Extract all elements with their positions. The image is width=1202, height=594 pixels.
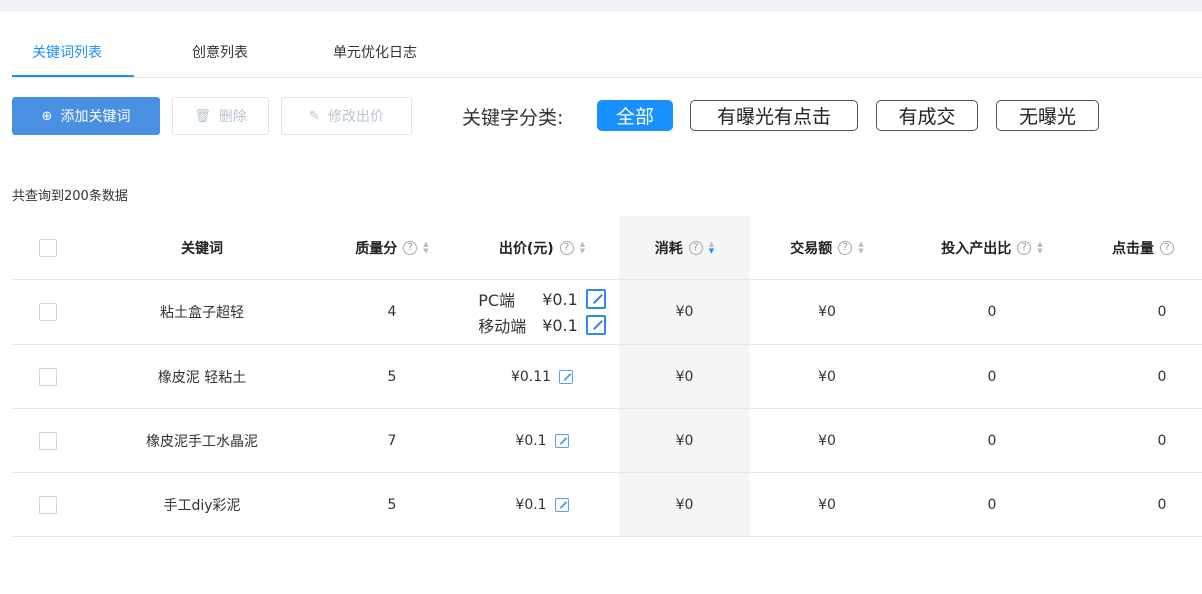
cost-cell: ¥0: [675, 368, 694, 385]
table-row: 粘土盒子超轻 4 PC端 ¥0.1 移动端 ¥0.1 ¥0 ¥0 0 0: [12, 280, 1202, 345]
tab-bar: 关键词列表 创意列表 单元优化日志: [12, 26, 1202, 78]
roi-cell: 0: [987, 496, 997, 513]
help-icon[interactable]: ?: [838, 240, 853, 255]
clicks-cell: 0: [1157, 368, 1167, 385]
toolbar: ⊕ 添加关键词 🗑 删除 ✎ 修改出价 关键字分类: 全部 有曝光有点击 有成交…: [12, 97, 1202, 135]
result-count: 共查询到200条数据: [12, 189, 128, 204]
table-row: 橡皮泥 轻粘土 5 ¥0.11 ¥0 ¥0 0 0: [12, 345, 1202, 409]
pencil-icon: ✎: [309, 108, 320, 124]
help-icon[interactable]: ?: [1017, 240, 1032, 255]
clicks-cell: 0: [1157, 432, 1167, 449]
sort-caret-icon[interactable]: ▲ ▼: [858, 240, 863, 255]
row-checkbox[interactable]: [39, 367, 57, 386]
score-cell: 5: [387, 368, 397, 385]
bid-cell: PC端 ¥0.1 移动端 ¥0.1: [467, 280, 617, 344]
cost-cell: ¥0: [675, 304, 694, 320]
clicks-cell: 0: [1157, 496, 1167, 513]
sales-cell: ¥0: [818, 368, 836, 385]
filter-label: 关键字分类:: [462, 107, 564, 129]
tab-unit-optimization-log[interactable]: 单元优化日志: [333, 42, 417, 62]
filter-no-exposure[interactable]: 无曝光: [996, 100, 1099, 131]
score-cell: 5: [387, 496, 397, 513]
header-quality-score[interactable]: 质量分 ? ▲ ▼: [322, 216, 462, 279]
cost-cell: ¥0: [675, 496, 694, 513]
edit-price-button[interactable]: ✎ 修改出价: [281, 97, 412, 135]
select-all-checkbox[interactable]: [39, 238, 57, 257]
roi-cell: 0: [987, 304, 997, 320]
keyword-cell: 橡皮泥手工水晶泥: [146, 433, 258, 450]
header-roi[interactable]: 投入产出比 ? ▲ ▼: [902, 216, 1082, 279]
sort-caret-icon[interactable]: ▲ ▼: [423, 240, 428, 255]
sort-caret-icon[interactable]: ▲ ▼: [1037, 240, 1042, 255]
row-checkbox[interactable]: [39, 431, 57, 450]
mobile-label: 移动端: [478, 317, 527, 336]
table-row: 橡皮泥手工水晶泥 7 ¥0.1 ¥0 ¥0 0 0: [12, 409, 1202, 473]
bid-value: ¥0.11: [510, 368, 552, 385]
cost-cell: ¥0: [675, 432, 694, 449]
bid-cell: ¥0.1: [467, 409, 617, 472]
edit-icon[interactable]: [559, 369, 574, 384]
table-row: 手工diy彩泥 5 ¥0.1 ¥0 ¥0 0 0: [12, 473, 1202, 537]
help-icon[interactable]: ?: [403, 240, 418, 255]
clicks-cell: 0: [1157, 304, 1167, 320]
sales-cell: ¥0: [818, 304, 836, 320]
sales-cell: ¥0: [818, 496, 836, 513]
keyword-cell: 粘土盒子超轻: [160, 305, 244, 321]
keyword-cell: 橡皮泥 轻粘土: [157, 369, 247, 386]
plus-circle-icon: ⊕: [41, 108, 53, 124]
bid-value: ¥0.1: [515, 432, 547, 449]
header-bid[interactable]: 出价(元) ? ▲ ▼: [467, 216, 617, 279]
delete-label: 删除: [218, 109, 247, 125]
mobile-price: ¥0.1: [542, 315, 578, 335]
edit-icon[interactable]: [585, 289, 606, 309]
add-keyword-button[interactable]: ⊕ 添加关键词: [12, 97, 160, 135]
score-cell: 4: [387, 304, 397, 320]
bid-value: ¥0.1: [515, 496, 547, 513]
help-icon[interactable]: ?: [688, 240, 703, 255]
bid-cell: ¥0.1: [467, 473, 617, 536]
bid-cell: ¥0.11: [467, 345, 617, 408]
active-tab-indicator: [12, 75, 134, 77]
edit-icon[interactable]: [554, 433, 569, 448]
header-keyword: 关键词: [181, 240, 223, 257]
sort-caret-icon[interactable]: ▲ ▼: [709, 240, 714, 255]
header-cost[interactable]: 消耗 ? ▲ ▼: [619, 216, 750, 279]
sort-caret-icon[interactable]: ▲ ▼: [580, 240, 585, 255]
filter-all[interactable]: 全部: [597, 100, 673, 131]
help-icon[interactable]: ?: [559, 240, 574, 255]
edit-icon[interactable]: [585, 315, 606, 335]
score-cell: 7: [387, 432, 397, 449]
tab-keyword-list[interactable]: 关键词列表: [32, 42, 102, 62]
row-checkbox[interactable]: [39, 303, 57, 321]
trash-icon: 🗑: [194, 108, 211, 124]
top-bar: [0, 0, 1202, 12]
add-keyword-label: 添加关键词: [60, 109, 131, 125]
tab-creative-list[interactable]: 创意列表: [192, 42, 248, 62]
row-checkbox[interactable]: [39, 495, 57, 514]
keyword-cell: 手工diy彩泥: [163, 497, 241, 514]
pc-price: ¥0.1: [542, 289, 578, 309]
header-clicks[interactable]: 点击量 ?: [1112, 216, 1202, 279]
delete-button[interactable]: 🗑 删除: [172, 97, 269, 135]
roi-cell: 0: [987, 432, 997, 449]
filter-exposure-click[interactable]: 有曝光有点击: [690, 100, 858, 131]
edit-price-label: 修改出价: [327, 109, 384, 125]
sales-cell: ¥0: [818, 432, 836, 449]
filter-deal[interactable]: 有成交: [876, 100, 978, 131]
table-header: 关键词 质量分 ? ▲ ▼ 出价(元) ? ▲ ▼ 消耗 ? ▲ ▼ 交易额 ? ▲ ▼…: [12, 216, 1202, 280]
edit-icon[interactable]: [554, 497, 569, 512]
roi-cell: 0: [987, 368, 997, 385]
pc-label: PC端: [478, 291, 516, 310]
header-sales[interactable]: 交易额 ? ▲ ▼: [752, 216, 902, 279]
help-icon[interactable]: ?: [1160, 240, 1174, 255]
